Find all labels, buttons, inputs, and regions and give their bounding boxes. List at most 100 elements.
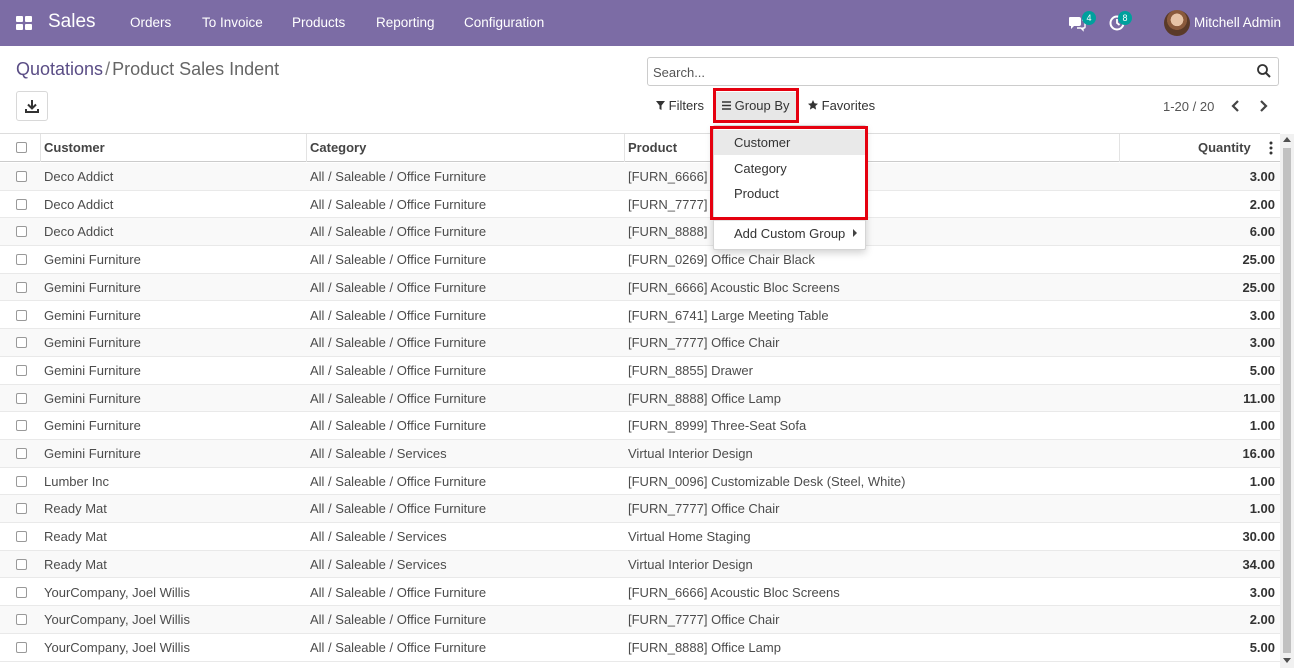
cell-product: [FURN_7777] [628,196,708,212]
cell-customer: Gemini Furniture [44,307,141,323]
row-checkbox[interactable] [16,420,27,432]
table-row[interactable]: Ready Mat All / Saleable / Services Virtua… [0,550,1280,579]
table-row[interactable]: Gemini Furniture All / Saleable / Office … [0,329,1280,357]
cell-customer: Gemini Furniture [44,335,141,351]
cell-quantity: 3.00 [1249,169,1275,184]
cell-quantity: 25.00 [1242,252,1275,268]
download-icon [25,100,39,113]
cell-quantity: 5.00 [1249,362,1275,378]
row-checkbox[interactable] [16,337,27,349]
cell-customer: Gemini Furniture [44,446,141,461]
table-row[interactable]: Gemini Furniture All / Saleable / Service… [0,440,1280,468]
menu-reporting[interactable]: Reporting [376,15,435,30]
row-checkbox[interactable] [16,641,27,653]
groupby-option-product[interactable]: Product [714,181,865,206]
table-row[interactable]: YourCompany, Joel Willis All / Saleable /… [0,579,1280,607]
cell-customer: Ready Mat [44,529,107,545]
table-row[interactable]: Gemini Furniture All / Saleable / Office … [0,302,1280,330]
table-row[interactable]: Gemini Furniture All / Saleable / Office … [0,246,1280,274]
cell-quantity: 25.00 [1242,279,1275,295]
row-checkbox[interactable] [16,254,27,266]
column-header-customer[interactable]: Customer [44,134,105,162]
column-header-category[interactable]: Category [310,134,366,162]
breadcrumb-quotations[interactable]: Quotations [16,59,103,79]
row-checkbox[interactable] [16,475,27,487]
column-header-quantity[interactable]: Quantity [1198,134,1251,162]
menu-products[interactable]: Products [292,15,345,30]
search-input[interactable] [653,62,1249,82]
pager-value[interactable]: 1-20 / 20 [1163,99,1214,114]
scroll-up-arrow-icon[interactable] [1283,137,1291,142]
table-row[interactable]: Gemini Furniture All / Saleable / Office … [0,412,1280,440]
scroll-thumb[interactable] [1283,148,1291,653]
cell-customer: Gemini Furniture [44,390,141,406]
cell-quantity: 6.00 [1249,224,1275,240]
cell-category: All / Saleable / Office Furniture [310,335,487,351]
cell-product: [FURN_6666] [628,169,708,184]
pager-previous-icon[interactable] [1229,98,1243,114]
table-row[interactable]: Gemini Furniture All / Saleable / Office … [0,357,1280,385]
menu-configuration[interactable]: Configuration [464,15,544,30]
cell-category: All / Saleable / Office Furniture [310,501,487,517]
cell-category: All / Saleable / Office Furniture [310,473,487,489]
row-checkbox[interactable] [16,198,27,210]
row-checkbox[interactable] [16,503,27,515]
select-all-checkbox[interactable] [16,142,27,153]
add-custom-group[interactable]: Add Custom Group [734,226,845,241]
cell-customer: Ready Mat [44,556,107,572]
cell-quantity: 34.00 [1242,556,1275,572]
search-icon[interactable] [1256,63,1272,79]
table-row[interactable]: YourCompany, Joel Willis All / Saleable /… [0,634,1280,662]
cell-product: [FURN_8888] Office Lamp [628,639,781,655]
row-checkbox[interactable] [16,281,27,293]
cell-category: All / Saleable / Office Furniture [310,418,487,434]
download-button[interactable] [16,91,48,121]
row-checkbox[interactable] [16,364,27,376]
pager-next-icon[interactable] [1256,98,1270,114]
cell-quantity: 5.00 [1249,639,1275,655]
row-checkbox[interactable] [16,586,27,598]
table-row[interactable]: Deco Addict All / Saleable / Office Furni… [0,191,1280,219]
cell-category: All / Saleable / Services [310,556,447,572]
cell-customer: YourCompany, Joel Willis [44,612,190,628]
cell-product: [FURN_6741] Large Meeting Table [628,307,829,323]
cell-quantity: 3.00 [1249,584,1275,600]
row-checkbox[interactable] [16,614,27,626]
row-checkbox[interactable] [16,558,27,570]
table-row[interactable]: Lumber Inc All / Saleable / Office Furnit… [0,468,1280,496]
table-row[interactable]: Deco Addict All / Saleable / Office Furni… [0,163,1280,191]
scroll-down-arrow-icon[interactable] [1283,658,1291,663]
column-header-product[interactable]: Product [628,134,677,162]
table-row[interactable]: Deco Addict All / Saleable / Office Furni… [0,218,1280,247]
groupby-option-category[interactable]: Category [714,156,865,181]
menu-to-invoice[interactable]: To Invoice [202,15,263,30]
cell-product: [FURN_7777] Office Chair [628,501,780,517]
group-by-label: Group By [734,98,790,113]
user-name[interactable]: Mitchell Admin [1194,15,1281,30]
row-checkbox[interactable] [16,448,27,459]
group-by-button[interactable]: Group By [716,92,796,120]
menu-orders[interactable]: Orders [130,15,171,30]
user-avatar[interactable] [1164,10,1190,36]
groupby-option-customer[interactable]: Customer [714,130,865,155]
table-row[interactable]: Gemini Furniture All / Saleable / Office … [0,384,1280,413]
optional-columns-icon[interactable] [1268,141,1274,155]
cell-product: [FURN_0096] Customizable Desk (Steel, Wh… [628,473,906,489]
row-checkbox[interactable] [16,171,27,182]
cell-customer: Ready Mat [44,501,107,517]
apps-menu-icon[interactable] [16,16,32,30]
filters-button[interactable]: Filters [650,92,710,120]
table-row[interactable]: Gemini Furniture All / Saleable / Office … [0,273,1280,302]
row-checkbox[interactable] [16,226,27,238]
app-brand[interactable]: Sales [48,11,96,33]
row-checkbox[interactable] [16,309,27,321]
vertical-scrollbar[interactable] [1280,134,1294,668]
cell-category: All / Saleable / Office Furniture [310,169,487,184]
table-row[interactable]: Ready Mat All / Saleable / Services Virtua… [0,523,1280,551]
list-view-table: Customer Category Product Quantity Deco … [0,133,1280,668]
row-checkbox[interactable] [16,392,27,404]
favorites-button[interactable]: Favorites [802,92,881,120]
table-row[interactable]: Ready Mat All / Saleable / Office Furnitu… [0,495,1280,524]
table-row[interactable]: YourCompany, Joel Willis All / Saleable /… [0,606,1280,634]
row-checkbox[interactable] [16,531,27,543]
